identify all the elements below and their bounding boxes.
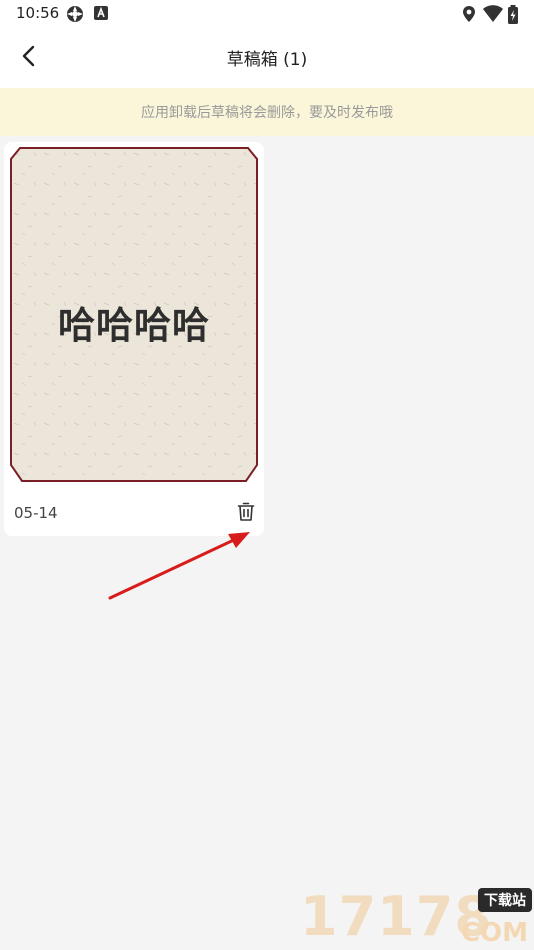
app-bar: 草稿箱 (1) <box>0 28 534 88</box>
sync-icon <box>66 5 84 27</box>
wifi-icon <box>483 5 503 27</box>
page-title: 草稿箱 (1) <box>226 50 308 70</box>
location-icon <box>462 5 476 27</box>
draft-cover[interactable]: 哈哈哈哈 <box>10 147 258 482</box>
status-bar: 10:56 <box>0 0 534 28</box>
notice-banner: 应用卸载后草稿将会删除，要及时发布哦 <box>0 88 534 136</box>
battery-icon <box>507 5 519 29</box>
notice-text: 应用卸载后草稿将会删除，要及时发布哦 <box>141 105 393 121</box>
draft-cover-title: 哈哈哈哈 <box>58 304 210 347</box>
watermark-logo: 17178 下载站 COM <box>300 885 532 950</box>
watermark-badge: 下载站 <box>478 888 532 912</box>
draft-date: 05-14 <box>14 504 58 522</box>
watermark-domain: COM <box>460 918 528 948</box>
a-icon <box>94 5 108 24</box>
draft-card[interactable]: 哈哈哈哈 05-14 <box>4 142 264 536</box>
status-time: 10:56 <box>16 4 60 22</box>
annotation-arrow <box>100 520 260 614</box>
